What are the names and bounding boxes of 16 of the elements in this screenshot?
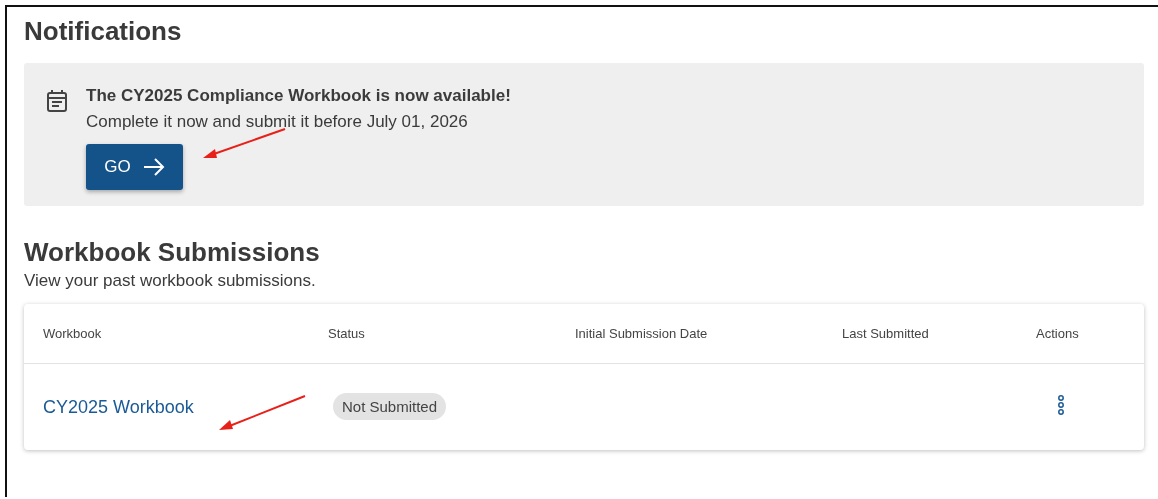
go-button[interactable]: GO [86, 144, 183, 190]
column-header: Workbook [43, 326, 102, 341]
column-header: Last Submitted [842, 326, 929, 341]
workbook-link[interactable]: CY2025 Workbook [43, 396, 194, 417]
arrow-right-icon [142, 158, 165, 176]
column-header: Initial Submission Date [575, 326, 708, 341]
section-subtitle: View your past workbook submissions. [24, 270, 317, 292]
column-header: Status [328, 326, 365, 341]
status-chip: Not Submitted [333, 393, 447, 420]
column-header: Actions [1036, 326, 1079, 341]
section-title: Notifications [24, 15, 182, 47]
calendar-icon [46, 89, 68, 113]
more-options-icon[interactable] [1057, 395, 1065, 415]
section-title: Workbook Submissions [24, 236, 320, 268]
notification-message: Complete it now and submit it before July 01, 2026 [86, 111, 468, 133]
notification-heading: The CY2025 Compliance Workbook is now available! [86, 85, 511, 107]
